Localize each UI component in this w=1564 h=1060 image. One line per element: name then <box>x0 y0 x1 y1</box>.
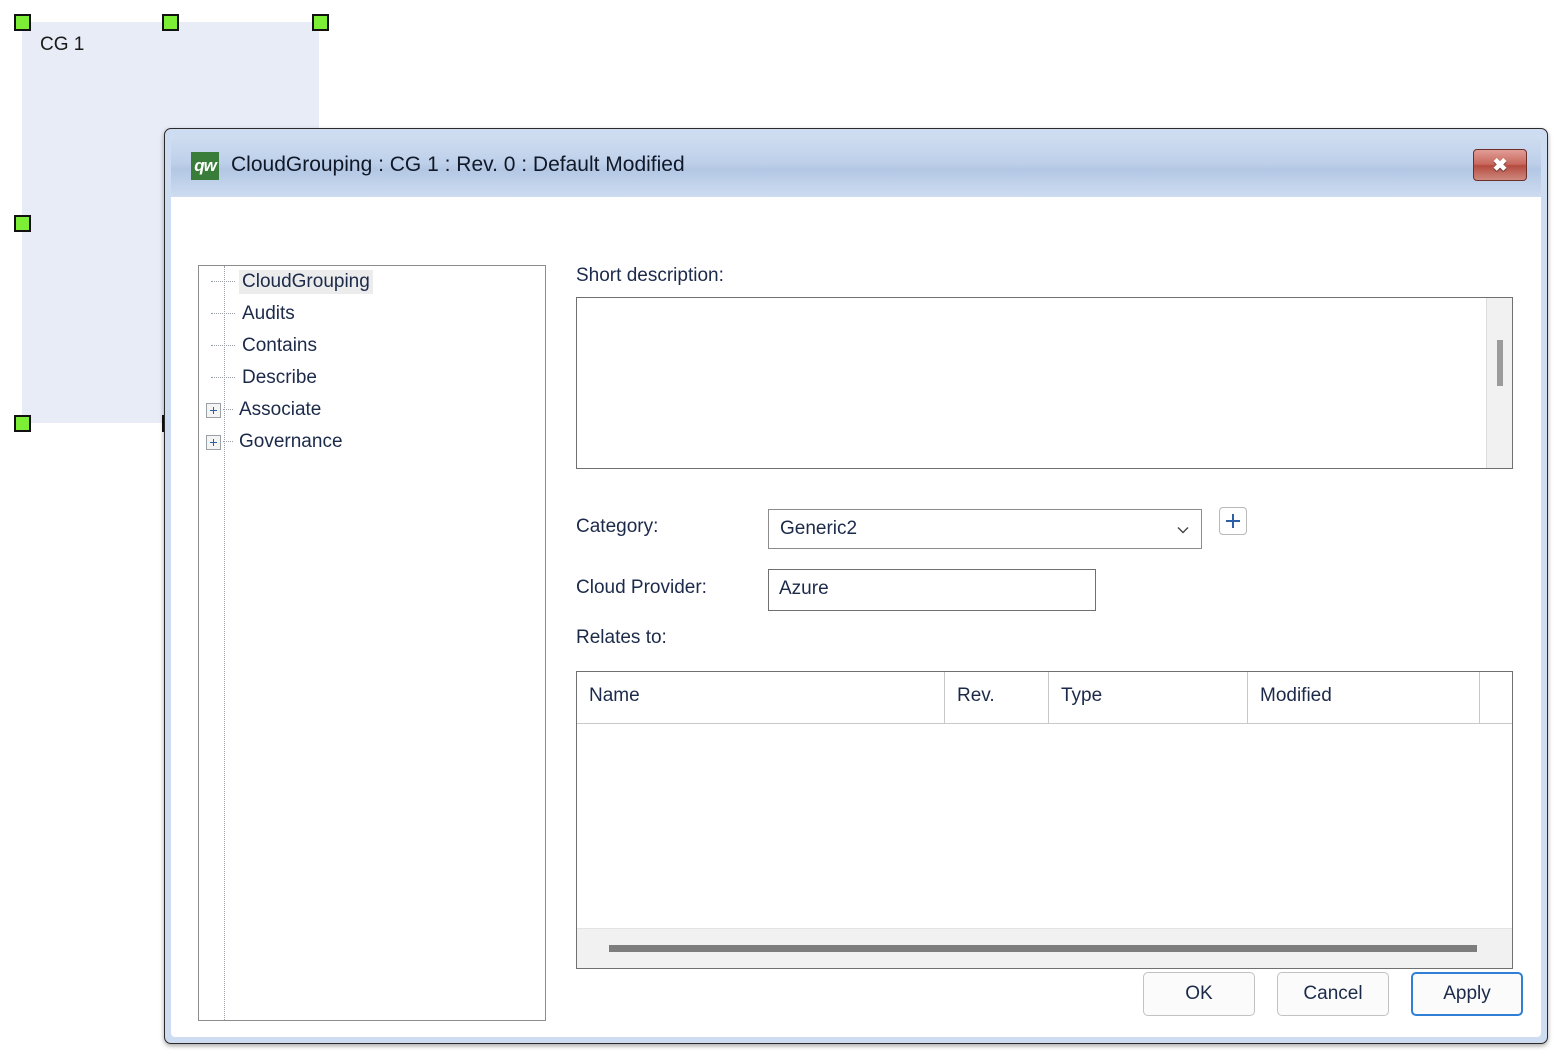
tree-branch-icon <box>211 345 235 347</box>
cloud-provider-input[interactable]: Azure <box>768 569 1096 611</box>
expand-plus-icon[interactable] <box>206 402 221 418</box>
add-category-button[interactable] <box>1219 507 1247 535</box>
cancel-button[interactable]: Cancel <box>1277 972 1389 1016</box>
tree-branch-icon <box>211 377 235 379</box>
expand-plus-icon[interactable] <box>206 434 221 450</box>
tree-branch-icon <box>223 441 233 443</box>
table-body[interactable] <box>577 724 1512 928</box>
dialog-inner: qw CloudGrouping : CG 1 : Rev. 0 : Defau… <box>171 135 1541 1037</box>
scrollbar-thumb[interactable] <box>1497 340 1503 386</box>
cloud-provider-label: Cloud Provider: <box>576 577 707 598</box>
relates-to-horizontal-scrollbar[interactable] <box>577 928 1512 968</box>
tree-item-label: Contains <box>242 335 317 356</box>
tree-item-label: CloudGrouping <box>239 270 373 294</box>
close-button[interactable]: ✖ <box>1473 149 1527 181</box>
short-description-scrollbar[interactable] <box>1486 298 1512 468</box>
column-header-extra[interactable] <box>1480 672 1512 723</box>
tree-item-associate[interactable]: Associate <box>199 394 545 426</box>
short-description-label: Short description: <box>576 265 724 286</box>
category-select[interactable]: Generic2 <box>768 509 1202 549</box>
column-header-modified[interactable]: Modified <box>1248 672 1480 723</box>
table-header-row: Name Rev. Type Modified <box>577 672 1512 724</box>
dialog-body: CloudGrouping Audits Contains Describe A… <box>171 197 1541 1037</box>
relates-to-table[interactable]: Name Rev. Type Modified <box>576 671 1513 969</box>
tree-branch-icon <box>211 313 235 315</box>
handle-top-right[interactable] <box>312 14 329 31</box>
scrollbar-thumb[interactable] <box>609 945 1477 952</box>
category-value: Generic2 <box>780 518 858 539</box>
tree-item-contains[interactable]: Contains <box>199 330 545 362</box>
apply-button[interactable]: Apply <box>1411 972 1523 1016</box>
shape-label: CG 1 <box>40 34 85 55</box>
cloud-grouping-dialog: qw CloudGrouping : CG 1 : Rev. 0 : Defau… <box>164 128 1548 1044</box>
tree-item-label: Governance <box>239 431 343 452</box>
tree-item-label: Describe <box>242 367 317 388</box>
qw-app-icon: qw <box>191 152 219 180</box>
cloud-provider-value: Azure <box>779 578 829 599</box>
short-description-input[interactable] <box>576 297 1513 469</box>
ok-button[interactable]: OK <box>1143 972 1255 1016</box>
tree-item-label: Audits <box>242 303 295 324</box>
column-header-rev[interactable]: Rev. <box>945 672 1049 723</box>
relates-to-label: Relates to: <box>576 627 667 648</box>
handle-top-left[interactable] <box>14 14 31 31</box>
column-header-name[interactable]: Name <box>577 672 945 723</box>
tree-item-audits[interactable]: Audits <box>199 298 545 330</box>
column-header-type[interactable]: Type <box>1049 672 1248 723</box>
form-area: Short description: Category: Generic2 Cl… <box>576 197 1523 1037</box>
tree-branch-icon <box>211 281 235 283</box>
handle-top-center[interactable] <box>162 14 179 31</box>
handle-middle-left[interactable] <box>14 215 31 232</box>
tree-item-label: Associate <box>239 399 322 420</box>
tree-item-cloudgrouping[interactable]: CloudGrouping <box>199 266 545 298</box>
dialog-footer: OK Cancel Apply <box>171 971 1523 1017</box>
tree-item-governance[interactable]: Governance <box>199 426 545 458</box>
handle-bottom-left[interactable] <box>14 415 31 432</box>
close-icon: ✖ <box>1492 155 1508 175</box>
tree-branch-icon <box>223 409 233 411</box>
chevron-down-icon <box>1175 522 1191 538</box>
dialog-titlebar[interactable]: qw CloudGrouping : CG 1 : Rev. 0 : Defau… <box>171 135 1541 197</box>
property-tree[interactable]: CloudGrouping Audits Contains Describe A… <box>198 265 546 1021</box>
category-label: Category: <box>576 516 659 537</box>
tree-item-describe[interactable]: Describe <box>199 362 545 394</box>
dialog-title: CloudGrouping : CG 1 : Rev. 0 : Default … <box>231 153 685 176</box>
